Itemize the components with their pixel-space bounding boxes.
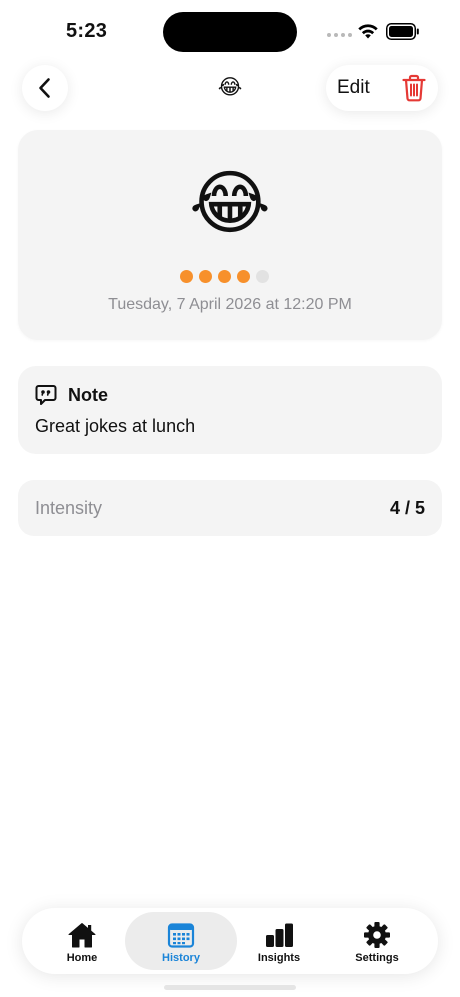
bar-chart-icon (266, 923, 293, 947)
chevron-left-icon (39, 78, 50, 98)
edit-button[interactable]: Edit (337, 77, 370, 99)
home-indicator (164, 985, 296, 990)
tab-history[interactable]: History (125, 912, 237, 970)
trash-icon[interactable] (401, 74, 427, 102)
intensity-dot (199, 270, 212, 283)
intensity-row: Intensity 4 / 5 (18, 480, 442, 536)
intensity-dot (256, 270, 269, 283)
intensity-value: 4 / 5 (389, 498, 425, 518)
mood-date: Tuesday, 7 April 2026 at 12:20 PM (108, 296, 352, 313)
back-button[interactable] (22, 65, 68, 111)
status-bar: 5:23 (0, 0, 460, 62)
tab-bar: Home History Insights Settings (22, 908, 438, 974)
intensity-label: Intensity (35, 498, 103, 518)
intensity-dot (218, 270, 231, 283)
note-card: Note Great jokes at lunch (18, 366, 442, 454)
tab-settings[interactable]: Settings (325, 912, 429, 970)
tab-home-label: Home (66, 952, 98, 964)
intensity-dot (180, 270, 193, 283)
header-mood-emoji: 😂 (217, 76, 243, 99)
tab-home[interactable]: Home (30, 912, 134, 970)
mood-summary-card: 😂 Tuesday, 7 April 2026 at 12:20 PM (18, 130, 442, 340)
tab-history-label: History (162, 952, 200, 964)
status-time: 5:23 (66, 20, 108, 42)
gear-icon (364, 922, 390, 948)
tab-insights[interactable]: Insights (227, 912, 331, 970)
note-title: Note (68, 385, 108, 405)
mood-emoji: 😂 (189, 164, 271, 242)
note-text: Great jokes at lunch (35, 416, 196, 436)
header-actions: Edit (326, 65, 438, 111)
quote-bubble-icon (35, 385, 57, 405)
calendar-icon (167, 923, 195, 948)
intensity-dot (237, 270, 250, 283)
tab-settings-label: Settings (355, 952, 399, 964)
wifi-icon (358, 24, 378, 39)
dynamic-island (163, 12, 297, 52)
house-icon (68, 923, 96, 948)
battery-icon (386, 23, 419, 40)
tab-insights-label: Insights (257, 952, 301, 964)
intensity-dots (180, 270, 269, 283)
cellular-signal-icon (327, 33, 352, 37)
